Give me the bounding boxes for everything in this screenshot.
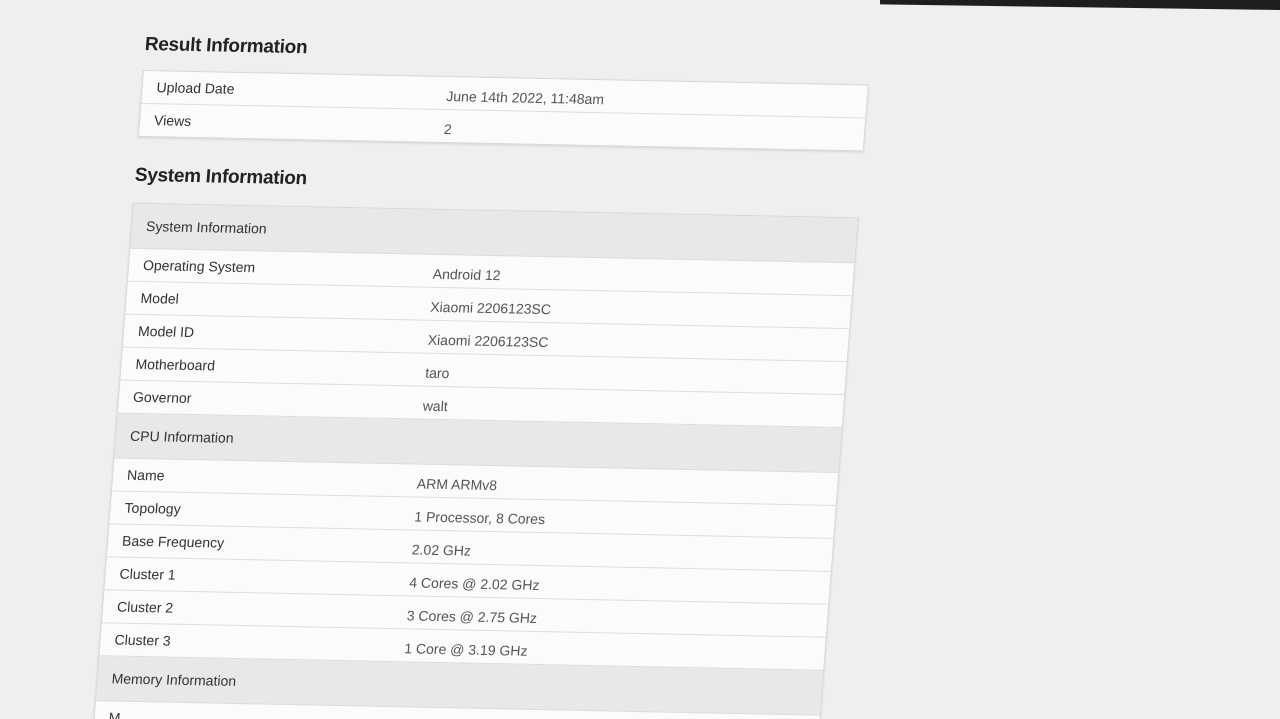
- row-name: Topology: [124, 499, 182, 517]
- row-name: Cluster 2: [116, 598, 174, 616]
- row-value: 1 Processor, 8 Cores: [413, 508, 546, 528]
- row-name: Model: [140, 289, 180, 307]
- row-name: Upload Date: [156, 79, 236, 97]
- row-name: Views: [153, 112, 192, 129]
- row-name: Cluster 3: [114, 631, 172, 649]
- row-value: ARM ARMv8: [416, 475, 498, 494]
- row-value: June 14th 2022, 11:48am: [445, 88, 605, 108]
- result-information-title: Result Information: [144, 33, 309, 59]
- row-name: M: [108, 709, 122, 719]
- system-information-title: System Information: [134, 164, 308, 190]
- row-name: Name: [126, 466, 166, 484]
- row-name: Motherboard: [135, 355, 216, 374]
- row-value: Xiaomi 2206123SC: [427, 331, 550, 351]
- row-name: Governor: [132, 388, 193, 406]
- row-value: 4 Cores @ 2.02 GHz: [408, 574, 541, 593]
- row-value: walt: [422, 397, 449, 415]
- result-table: Upload Date June 14th 2022, 11:48am View…: [137, 69, 869, 152]
- row-value: 2: [443, 121, 453, 138]
- row-name: Cluster 1: [119, 565, 177, 583]
- row-name: Base Frequency: [121, 532, 225, 551]
- row-value: 2.02 GHz: [411, 541, 472, 559]
- row-value: 3 Cores @ 2.75 GHz: [406, 607, 538, 626]
- row-name: Model ID: [137, 322, 195, 341]
- page: Result Information Upload Date June 14th…: [0, 0, 1280, 719]
- window-edge: [880, 0, 1280, 10]
- row-value: 1 Core @ 3.19 GHz: [403, 640, 529, 659]
- row-value: Xiaomi 2206123SC: [429, 298, 552, 318]
- content: Result Information Upload Date June 14th…: [92, 30, 871, 719]
- row-value: Android 12: [432, 265, 502, 284]
- system-table: System Information Operating System Andr…: [92, 202, 859, 719]
- row-value: taro: [424, 364, 451, 382]
- row-name: Operating System: [142, 257, 256, 276]
